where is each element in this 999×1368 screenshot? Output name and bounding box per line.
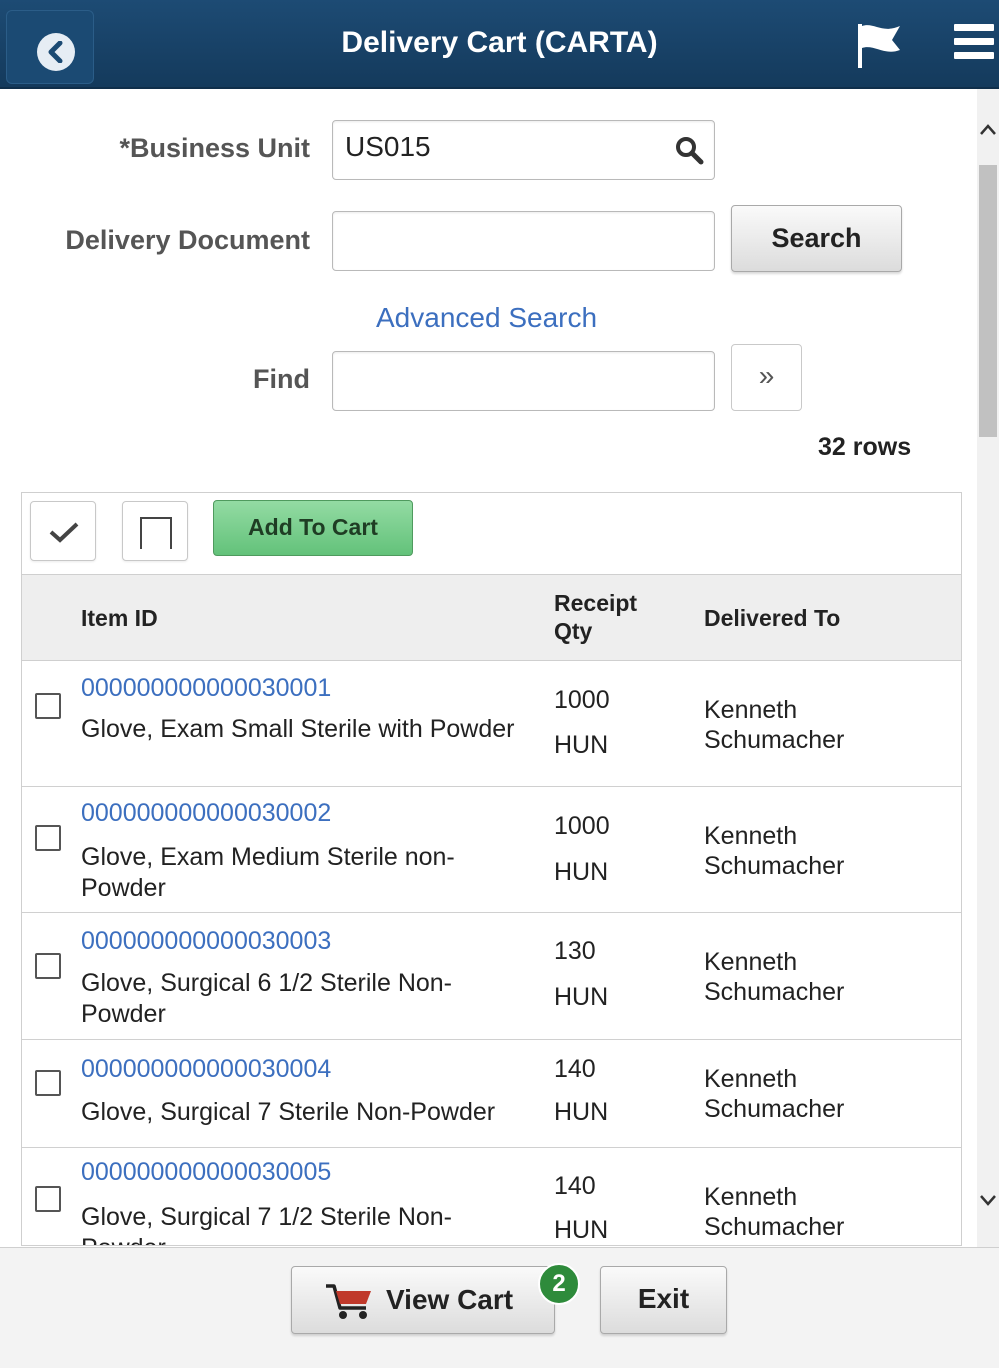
shopping-cart-icon bbox=[326, 1284, 371, 1319]
row-checkbox[interactable] bbox=[35, 1070, 61, 1096]
header-bar: Delivery Cart (CARTA) bbox=[0, 0, 999, 89]
row-checkbox[interactable] bbox=[35, 825, 61, 851]
view-cart-button[interactable]: View Cart bbox=[291, 1266, 555, 1334]
item-description: Glove, Exam Medium Sterile non-Powder bbox=[81, 843, 455, 902]
rows-count: 32 rows bbox=[818, 433, 912, 461]
row-checkbox[interactable] bbox=[35, 953, 61, 979]
receipt-qty: 140 bbox=[554, 1055, 596, 1083]
table-row: 000000000000030005 Glove, Surgical 7 1/2… bbox=[22, 1148, 961, 1245]
item-id-link[interactable]: 000000000000030005 bbox=[81, 1158, 331, 1187]
scroll-down-icon[interactable] bbox=[979, 1193, 997, 1207]
delivery-document-field[interactable] bbox=[332, 211, 715, 271]
page-title: Delivery Cart (CARTA) bbox=[341, 26, 658, 59]
vertical-scrollbar[interactable] bbox=[977, 89, 999, 1247]
delivered-to: Kenneth Schumacher bbox=[704, 822, 845, 880]
empty-box-icon bbox=[140, 517, 172, 549]
delivered-to: Kenneth Schumacher bbox=[704, 696, 845, 754]
view-cart-label: View Cart bbox=[386, 1284, 514, 1315]
find-next-button[interactable]: » bbox=[731, 344, 802, 411]
column-header-delivered-to[interactable]: Delivered To bbox=[704, 605, 840, 632]
receipt-uom: HUN bbox=[554, 983, 609, 1011]
receipt-uom: HUN bbox=[554, 1098, 609, 1126]
exit-button[interactable]: Exit bbox=[600, 1266, 727, 1334]
business-unit-label: *Business Unit bbox=[119, 133, 310, 163]
grid-header: Item ID Receipt Qty Delivered To bbox=[22, 575, 961, 661]
delivery-grid: Add To Cart Item ID Receipt Qty Delivere… bbox=[21, 492, 962, 1246]
column-header-item-id[interactable]: Item ID bbox=[81, 605, 158, 632]
receipt-qty: 1000 bbox=[554, 812, 610, 840]
column-header-receipt-qty-line1[interactable]: Receipt bbox=[554, 590, 637, 617]
add-to-cart-button[interactable]: Add To Cart bbox=[213, 500, 413, 556]
flag-icon[interactable] bbox=[852, 20, 906, 75]
scroll-up-icon[interactable] bbox=[979, 123, 997, 137]
item-id-link[interactable]: 000000000000030004 bbox=[81, 1055, 331, 1084]
app-root: Delivery Cart (CARTA) *Business Unit US0… bbox=[0, 0, 999, 1368]
item-id-link[interactable]: 000000000000030003 bbox=[81, 927, 331, 956]
table-row: 000000000000030004 Glove, Surgical 7 Ste… bbox=[22, 1040, 961, 1148]
table-row: 000000000000030001 Glove, Exam Small Ste… bbox=[22, 661, 961, 787]
item-id-link[interactable]: 000000000000030001 bbox=[81, 674, 331, 703]
delivered-to: Kenneth Schumacher bbox=[704, 1065, 845, 1123]
receipt-uom: HUN bbox=[554, 1216, 609, 1244]
lookup-search-icon[interactable] bbox=[674, 135, 704, 165]
column-header-receipt-qty-line2[interactable]: Qty bbox=[554, 618, 592, 645]
table-row: 000000000000030003 Glove, Surgical 6 1/2… bbox=[22, 913, 961, 1040]
footer-bar: View Cart Exit bbox=[0, 1247, 999, 1368]
select-all-button[interactable] bbox=[30, 501, 96, 561]
receipt-uom: HUN bbox=[554, 858, 609, 886]
business-unit-value: US015 bbox=[345, 131, 431, 162]
row-checkbox[interactable] bbox=[35, 693, 61, 719]
find-label: Find bbox=[253, 364, 310, 394]
grid-toolbar: Add To Cart bbox=[22, 493, 961, 575]
business-unit-field[interactable]: US015 bbox=[332, 120, 715, 180]
cart-count-badge: 2 bbox=[538, 1263, 580, 1305]
receipt-qty: 140 bbox=[554, 1172, 596, 1200]
receipt-qty: 1000 bbox=[554, 686, 610, 714]
scroll-thumb[interactable] bbox=[979, 165, 997, 437]
search-button[interactable]: Search bbox=[731, 205, 902, 272]
deselect-all-button[interactable] bbox=[122, 501, 188, 561]
checkmark-icon bbox=[49, 522, 79, 543]
receipt-qty: 130 bbox=[554, 937, 596, 965]
table-row: 000000000000030002 Glove, Exam Medium St… bbox=[22, 787, 961, 913]
item-description: Glove, Surgical 6 1/2 Sterile Non-Powder bbox=[81, 969, 453, 1028]
row-checkbox[interactable] bbox=[35, 1186, 61, 1212]
hamburger-menu-icon[interactable] bbox=[954, 24, 994, 66]
item-description: Glove, Surgical 7 Sterile Non-Powder bbox=[81, 1098, 496, 1126]
delivered-to: Kenneth Schumacher bbox=[704, 948, 845, 1006]
receipt-uom: HUN bbox=[554, 731, 609, 759]
find-input[interactable] bbox=[345, 362, 702, 394]
delivery-document-label: Delivery Document bbox=[65, 225, 310, 255]
advanced-search-link[interactable]: Advanced Search bbox=[376, 302, 597, 334]
item-id-link[interactable]: 000000000000030002 bbox=[81, 799, 331, 828]
item-description: Glove, Surgical 7 1/2 Sterile Non-Powder bbox=[81, 1203, 453, 1245]
find-field[interactable] bbox=[332, 351, 715, 411]
item-description: Glove, Exam Small Sterile with Powder bbox=[81, 715, 515, 743]
delivered-to: Kenneth Schumacher bbox=[704, 1183, 845, 1241]
delivery-document-input[interactable] bbox=[345, 222, 702, 254]
